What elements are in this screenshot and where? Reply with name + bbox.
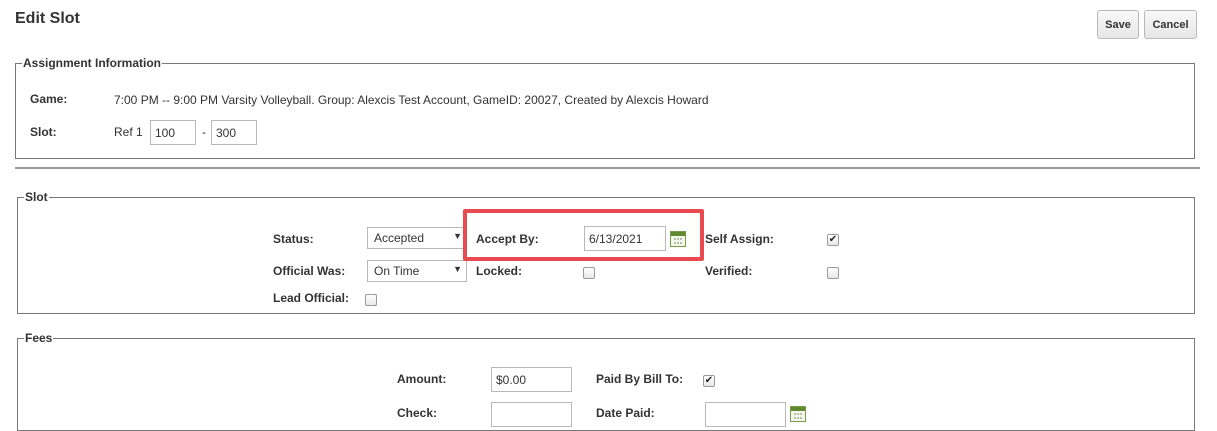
game-value: 7:00 PM -- 9:00 PM Varsity Volleyball. G… [114,93,709,107]
amount-label: Amount: [397,372,447,386]
check-label: Check: [397,406,438,420]
chevron-down-icon: ▼ [453,264,462,274]
slot-to-input[interactable]: 300 [211,120,257,145]
paid-by-bill-to-checkbox[interactable]: ✔ [703,375,715,387]
verified-label: Verified: [705,264,753,278]
check-input[interactable] [491,402,572,427]
self-assign-checkbox[interactable]: ✔ [827,234,839,246]
lead-official-checkbox[interactable] [365,294,377,306]
chevron-down-icon: ▼ [453,231,462,241]
verified-checkbox[interactable] [827,267,839,279]
save-button[interactable]: Save [1097,10,1139,39]
calendar-icon[interactable] [790,406,806,422]
locked-label: Locked: [476,264,523,278]
slot-range-separator: - [202,125,206,139]
status-select[interactable]: Accepted ▼ [367,227,467,249]
lead-official-label: Lead Official: [273,291,350,305]
slot-legend: Slot [25,190,48,204]
amount-input[interactable]: $0.00 [491,367,572,392]
paid-by-bill-to-label: Paid By Bill To: [596,372,684,386]
section-divider [15,167,1200,169]
game-label: Game: [30,92,68,106]
date-paid-label: Date Paid: [596,406,655,420]
slot-prefix: Ref 1 [114,125,143,139]
official-was-label: Official Was: [273,264,346,278]
self-assign-label: Self Assign: [705,232,774,246]
assignment-information-legend: Assignment Information [23,56,162,70]
status-label: Status: [273,232,314,246]
fees-legend: Fees [25,331,53,345]
status-select-value: Accepted [374,231,425,245]
accept-by-highlight [463,209,704,261]
official-was-select[interactable]: On Time ▼ [367,260,467,282]
page-title: Edit Slot [15,10,80,27]
locked-checkbox[interactable] [583,267,595,279]
slot-from-input[interactable]: 100 [150,120,196,145]
official-was-select-value: On Time [374,264,420,278]
cancel-button[interactable]: Cancel [1144,10,1197,39]
date-paid-input[interactable] [705,402,786,427]
slot-label: Slot: [30,125,57,139]
